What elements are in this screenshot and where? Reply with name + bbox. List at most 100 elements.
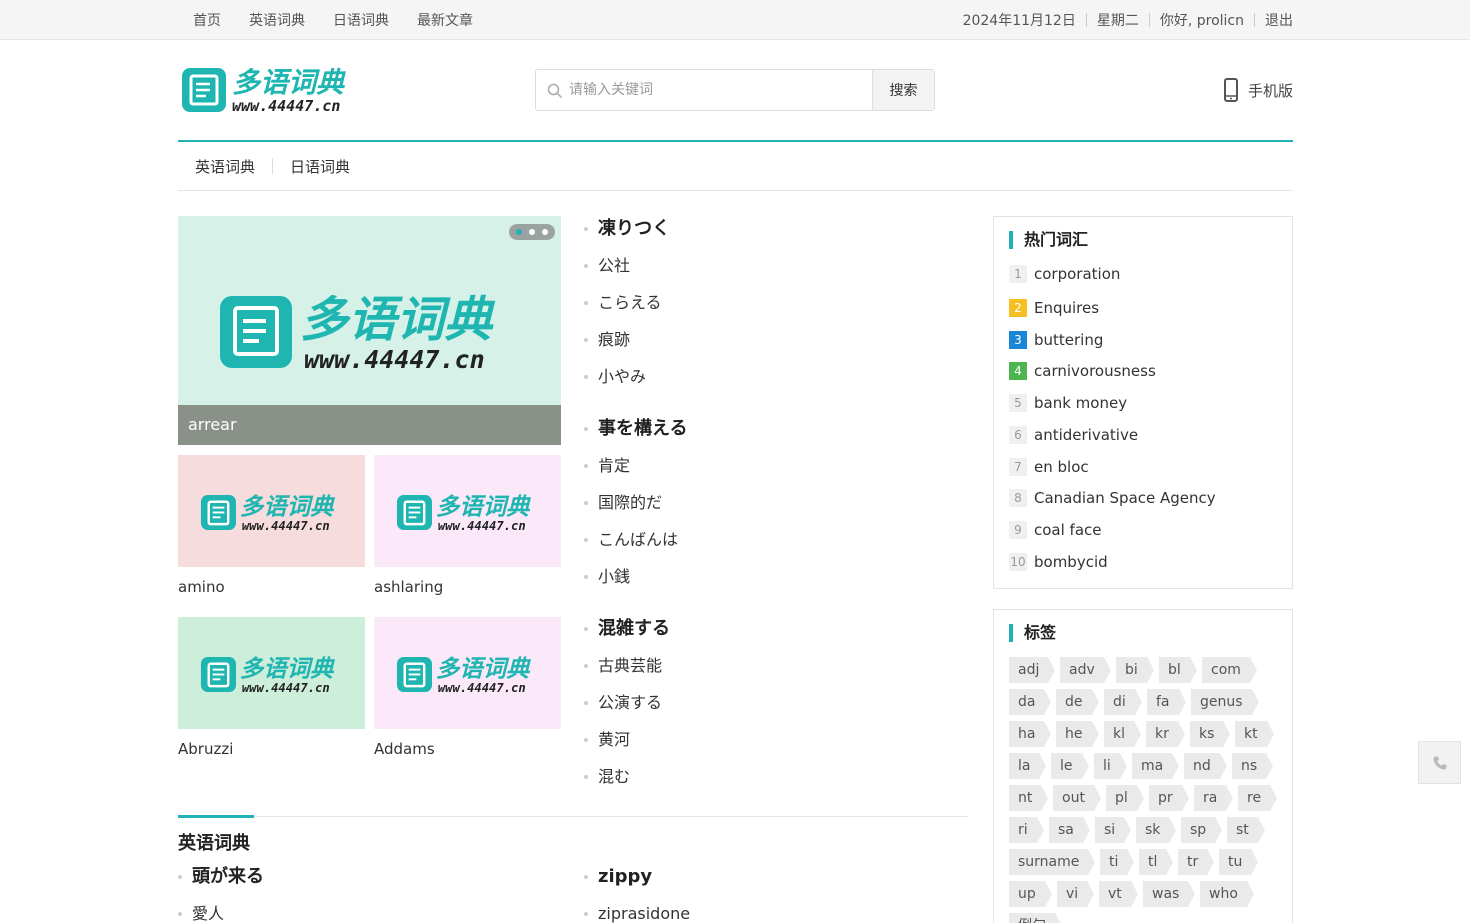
thumb-image[interactable]: 多语词典 www.44447.cn bbox=[374, 617, 561, 729]
tag-item[interactable]: he bbox=[1056, 721, 1098, 747]
top-nav-home[interactable]: 首页 bbox=[193, 10, 221, 30]
hot-word-item[interactable]: 10 bombycid bbox=[1009, 552, 1108, 572]
tag-item[interactable]: bl bbox=[1159, 657, 1197, 683]
thumb-label[interactable]: Addams bbox=[374, 739, 561, 759]
user-greeting[interactable]: 你好, prolicn bbox=[1160, 10, 1244, 30]
tag-item[interactable]: si bbox=[1095, 817, 1132, 843]
top-nav-japanese-dict[interactable]: 日语词典 bbox=[333, 10, 389, 30]
hot-word-item[interactable]: 2 Enquires bbox=[1009, 298, 1099, 318]
tag-item[interactable]: com bbox=[1202, 657, 1257, 683]
slider-caption[interactable]: arrear bbox=[178, 405, 561, 445]
word-group-head[interactable]: 混雑する bbox=[584, 616, 954, 653]
tag-item[interactable]: nt bbox=[1009, 785, 1049, 811]
tag-item[interactable]: re bbox=[1238, 785, 1278, 811]
word-item[interactable]: ziprasidone bbox=[584, 901, 954, 923]
thumb-card[interactable]: 多语词典 www.44447.cn Addams bbox=[374, 617, 561, 759]
tag-item[interactable]: 例句 bbox=[1009, 913, 1062, 923]
thumb-label[interactable]: ashlaring bbox=[374, 577, 561, 597]
tag-item[interactable]: tu bbox=[1219, 849, 1259, 875]
tag-item[interactable]: di bbox=[1104, 689, 1142, 715]
tag-item[interactable]: ri bbox=[1009, 817, 1044, 843]
tag-item[interactable]: st bbox=[1227, 817, 1265, 843]
mobile-version-link[interactable]: 手机版 bbox=[1223, 77, 1293, 103]
thumb-image[interactable]: 多语词典 www.44447.cn bbox=[178, 617, 365, 729]
thumb-card[interactable]: 多语词典 www.44447.cn amino bbox=[178, 455, 365, 597]
hot-word-label[interactable]: bombycid bbox=[1034, 553, 1108, 571]
tag-item[interactable]: sk bbox=[1136, 817, 1177, 843]
word-item[interactable]: 小銭 bbox=[584, 564, 954, 601]
hot-word-label[interactable]: Enquires bbox=[1034, 299, 1099, 317]
word-item[interactable]: 国際的だ bbox=[584, 490, 954, 527]
hot-word-label[interactable]: coal face bbox=[1034, 521, 1102, 539]
tag-item[interactable]: bi bbox=[1116, 657, 1154, 683]
hot-word-label[interactable]: Canadian Space Agency bbox=[1034, 489, 1216, 507]
contact-phone-button[interactable] bbox=[1418, 741, 1461, 784]
slider-dot-1[interactable] bbox=[516, 229, 523, 235]
tag-item[interactable]: out bbox=[1053, 785, 1101, 811]
tag-item[interactable]: was bbox=[1143, 881, 1196, 907]
word-item[interactable]: 古典芸能 bbox=[584, 653, 954, 690]
tag-item[interactable]: ti bbox=[1100, 849, 1135, 875]
logout-link[interactable]: 退出 bbox=[1265, 10, 1293, 30]
hot-word-item[interactable]: 8 Canadian Space Agency bbox=[1009, 488, 1216, 508]
tag-item[interactable]: de bbox=[1056, 689, 1098, 715]
tag-item[interactable]: ra bbox=[1194, 785, 1234, 811]
search-button[interactable]: 搜索 bbox=[872, 70, 934, 110]
word-item[interactable]: こらえる bbox=[584, 290, 954, 327]
tag-item[interactable]: tl bbox=[1139, 849, 1174, 875]
tag-item[interactable]: tr bbox=[1178, 849, 1215, 875]
hot-word-item[interactable]: 9 coal face bbox=[1009, 520, 1102, 540]
tag-item[interactable]: sa bbox=[1049, 817, 1090, 843]
tag-item[interactable]: kl bbox=[1104, 721, 1141, 747]
thumb-image[interactable]: 多语词典 www.44447.cn bbox=[374, 455, 561, 567]
word-item[interactable]: 混む bbox=[584, 764, 954, 801]
thumb-label[interactable]: Abruzzi bbox=[178, 739, 365, 759]
tag-item[interactable]: ma bbox=[1132, 753, 1180, 779]
tag-item[interactable]: sp bbox=[1181, 817, 1223, 843]
tag-item[interactable]: kr bbox=[1146, 721, 1185, 747]
tag-item[interactable]: genus bbox=[1191, 689, 1259, 715]
hot-word-label[interactable]: antiderivative bbox=[1034, 426, 1138, 444]
tag-item[interactable]: pl bbox=[1106, 785, 1144, 811]
search-input[interactable] bbox=[536, 70, 872, 110]
thumb-card[interactable]: 多语词典 www.44447.cn ashlaring bbox=[374, 455, 561, 597]
word-group-head[interactable]: 凍りつく bbox=[584, 216, 954, 253]
thumb-card[interactable]: 多语词典 www.44447.cn Abruzzi bbox=[178, 617, 365, 759]
hot-word-item[interactable]: 7 en bloc bbox=[1009, 457, 1089, 477]
tag-item[interactable]: nd bbox=[1184, 753, 1227, 779]
hot-word-item[interactable]: 3 buttering bbox=[1009, 330, 1103, 350]
top-nav-english-dict[interactable]: 英语词典 bbox=[249, 10, 305, 30]
tag-item[interactable]: la bbox=[1009, 753, 1048, 779]
tag-item[interactable]: surname bbox=[1009, 849, 1096, 875]
thumb-label[interactable]: amino bbox=[178, 577, 365, 597]
site-logo[interactable]: 多语词典 www.44447.cn bbox=[180, 64, 362, 116]
tag-item[interactable]: fa bbox=[1147, 689, 1185, 715]
word-item[interactable]: 肯定 bbox=[584, 453, 954, 490]
hot-word-item[interactable]: 6 antiderivative bbox=[1009, 425, 1138, 445]
word-item[interactable]: 公演する bbox=[584, 690, 954, 727]
tag-item[interactable]: da bbox=[1009, 689, 1053, 715]
hot-word-item[interactable]: 1 corporation bbox=[1009, 264, 1120, 284]
word-item[interactable]: こんばんは bbox=[584, 527, 954, 564]
thumb-image[interactable]: 多语词典 www.44447.cn bbox=[178, 455, 365, 567]
hot-word-label[interactable]: corporation bbox=[1034, 265, 1120, 283]
category-english-dict[interactable]: 英语词典 bbox=[178, 156, 272, 177]
slider-dot-2[interactable] bbox=[528, 229, 535, 235]
tag-item[interactable]: adj bbox=[1009, 657, 1056, 683]
category-japanese-dict[interactable]: 日语词典 bbox=[273, 156, 367, 177]
tag-item[interactable]: vt bbox=[1099, 881, 1138, 907]
word-item[interactable]: 小やみ bbox=[584, 364, 954, 401]
tag-item[interactable]: up bbox=[1009, 881, 1052, 907]
hot-word-label[interactable]: carnivorousness bbox=[1034, 362, 1156, 380]
tag-item[interactable]: li bbox=[1094, 753, 1127, 779]
tag-item[interactable]: kt bbox=[1235, 721, 1274, 747]
word-item[interactable]: 黄河 bbox=[584, 727, 954, 764]
hot-word-item[interactable]: 4 carnivorousness bbox=[1009, 361, 1156, 381]
word-item[interactable]: 公社 bbox=[584, 253, 954, 290]
word-group-head[interactable]: zippy bbox=[584, 864, 954, 901]
word-group-head[interactable]: 事を構える bbox=[584, 416, 954, 453]
tag-item[interactable]: who bbox=[1200, 881, 1254, 907]
hot-word-item[interactable]: 5 bank money bbox=[1009, 393, 1127, 413]
word-item[interactable]: 痕跡 bbox=[584, 327, 954, 364]
hot-word-label[interactable]: buttering bbox=[1034, 331, 1103, 349]
